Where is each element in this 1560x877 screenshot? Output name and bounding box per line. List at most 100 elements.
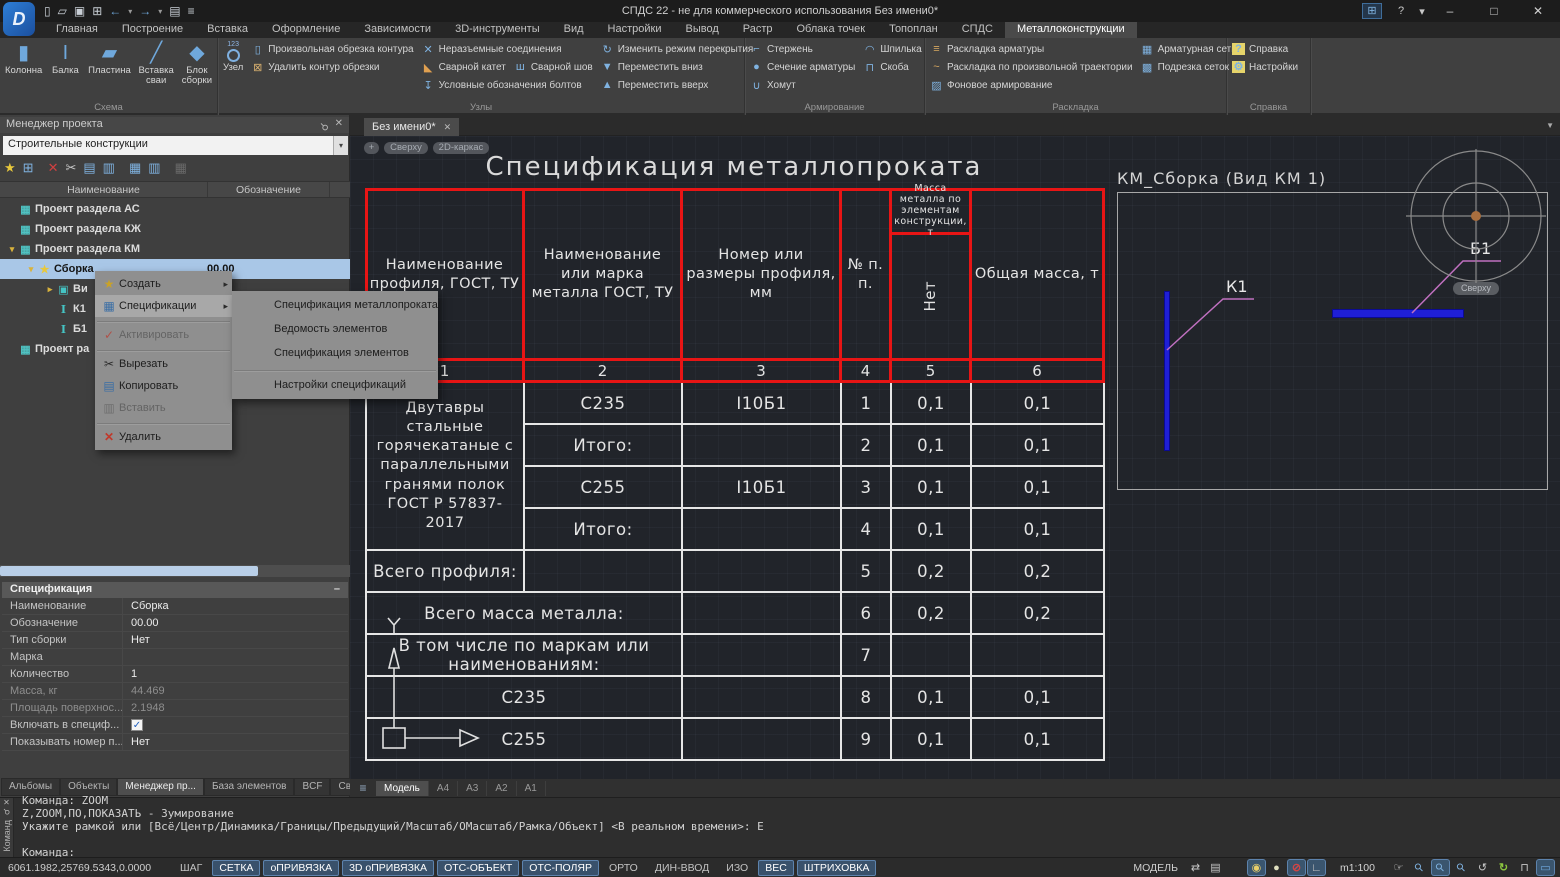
paste-icon[interactable]: ▥ (103, 160, 115, 176)
undo-icon[interactable]: ← (109, 4, 121, 18)
restore-button[interactable]: □ (1472, 0, 1516, 22)
property-value[interactable]: Сборка (123, 600, 169, 612)
uzel-button[interactable]: 123 Узел (223, 41, 243, 93)
context-menu-item[interactable]: ★ Создать ▸ (95, 273, 232, 295)
context-menu-item[interactable]: ✕ Удалить (95, 426, 232, 448)
ribbon-small-button[interactable]: ⊠ Удалить контур обрезки (251, 59, 413, 75)
ribbon-tab[interactable]: СПДС (950, 22, 1005, 38)
submenu-item[interactable]: Спецификация элементов (232, 341, 438, 365)
ribbon-big-button[interactable]: ╱ Вставка сваи (138, 41, 173, 87)
zoom-window-icon[interactable]: ⚲ (1432, 860, 1449, 875)
property-row[interactable]: Показывать номер п... Нет (2, 734, 348, 751)
minimize-button[interactable]: – (1428, 0, 1472, 22)
chevron-down-icon[interactable]: ▾ (333, 136, 348, 155)
redo-icon[interactable]: → (139, 4, 151, 18)
context-menu-item[interactable] (97, 317, 230, 322)
ribbon-small-button[interactable]: ↧ Условные обозначения болтов (422, 77, 593, 93)
status-toggle[interactable]: ДИН-ВВОД (648, 860, 716, 876)
dropdown-icon[interactable]: ▾ (128, 7, 132, 16)
save-all-icon[interactable]: ⊞ (92, 4, 102, 18)
property-row[interactable]: Включать в специф... ✓ (2, 717, 348, 734)
ribbon-tab[interactable]: Оформление (260, 22, 352, 38)
context-menu-item[interactable]: ✓ Активировать (95, 324, 232, 346)
dropdown-icon[interactable]: ▾ (158, 7, 162, 16)
status-toggle[interactable]: ИЗО (719, 860, 755, 876)
ribbon-tab[interactable]: Облака точек (785, 22, 878, 38)
ribbon-tab[interactable]: Построение (110, 22, 195, 38)
property-row[interactable]: Наименование Сборка (2, 598, 348, 615)
status-toggle[interactable]: 3D оПРИВЯЗКА (342, 860, 434, 876)
open-icon[interactable]: ▱ (58, 4, 67, 18)
ribbon-tab[interactable]: Металлоконструкции (1005, 22, 1137, 38)
dropdown-icon[interactable]: ▾ (1416, 5, 1428, 18)
collapse-icon[interactable]: – (334, 583, 340, 597)
tree-item[interactable]: ▦ Проект раздела КЖ (0, 219, 350, 239)
ribbon-tab[interactable]: Вид (552, 22, 596, 38)
tree-expand-caret[interactable]: ▾ (6, 244, 18, 255)
context-menu-item[interactable]: ▥ Вставить (95, 397, 232, 419)
scrollbar-thumb[interactable] (0, 566, 258, 576)
ribbon-small-button[interactable]: ш Сварной шов (514, 59, 593, 75)
column-entity-k1[interactable] (1164, 291, 1170, 451)
ribbon-big-button[interactable]: ▰ Пластина (88, 41, 130, 87)
pan-icon[interactable]: ☞ (1390, 860, 1407, 875)
lock-icon[interactable]: ⊓ (1516, 860, 1533, 875)
ribbon-small-button[interactable]: ∪ Хомут (750, 77, 855, 93)
help-q-icon[interactable]: ? (1386, 5, 1416, 17)
status-toggle[interactable]: ОТС-ОБЪЕКТ (437, 860, 519, 876)
model-space-label[interactable]: МОДЕЛЬ (1133, 862, 1178, 874)
ribbon-small-button[interactable]: ▼ Переместить вниз (601, 59, 754, 75)
print-icon[interactable]: ▤ (169, 4, 180, 18)
property-value[interactable]: 2.1948 (123, 702, 165, 714)
horizontal-scrollbar[interactable] (0, 565, 350, 577)
ribbon-tab[interactable]: Зависимости (352, 22, 443, 38)
copy-icon[interactable]: ▤ (83, 160, 95, 176)
property-row[interactable]: Марка (2, 649, 348, 666)
regen-icon[interactable]: ↻ (1495, 860, 1512, 875)
layout-switch-icon[interactable]: ⇄ (1187, 860, 1204, 875)
ribbon-small-button[interactable]: ▨ Фоновое армирование (930, 77, 1133, 93)
context-menu-item[interactable] (97, 346, 230, 351)
zoom-icon[interactable]: ⚲ (1411, 860, 1428, 875)
ribbon-tab[interactable]: 3D-инструменты (443, 22, 552, 38)
context-menu-item[interactable] (97, 419, 230, 424)
ribbon-small-button[interactable]: ◠ Шпилька (863, 41, 921, 57)
ribbon-small-button[interactable]: ⊓ Скоба (863, 59, 921, 75)
ucs-icon[interactable]: ∟ (1308, 860, 1325, 875)
zoom-object-icon[interactable]: ⚲ (1453, 860, 1470, 875)
cut-icon[interactable]: ✂ (65, 160, 76, 176)
ribbon-big-button[interactable]: ▮ Колонна (5, 41, 42, 87)
ribbon-small-button[interactable]: ? Справка (1232, 41, 1298, 57)
cursor-bulb-icon[interactable]: ◉ (1248, 860, 1265, 875)
specification-table[interactable]: Наименование профиля, ГОСТ, ТУ Наименова… (365, 188, 1105, 761)
ribbon-small-button[interactable]: ● Сечение арматуры (750, 59, 855, 75)
status-toggle[interactable]: СЕТКА (212, 860, 260, 876)
submenu-item[interactable]: Настройки спецификаций (232, 373, 438, 397)
ribbon-small-button[interactable]: ≡ Раскладка арматуры (930, 41, 1133, 57)
column-header-name[interactable]: Наименование (0, 182, 208, 197)
hamburger-icon[interactable]: ≡ (350, 781, 376, 795)
submenu-item[interactable]: Спецификация металлопроката (232, 293, 438, 317)
tree-item[interactable]: ▾ ▦ Проект раздела КМ (0, 239, 350, 259)
new-sheet-icon[interactable]: ▤ (1207, 860, 1224, 875)
ribbon-tab[interactable]: Вставка (195, 22, 260, 38)
tree-expand-caret[interactable]: ▸ (44, 284, 56, 295)
save-icon[interactable]: ▣ (74, 4, 85, 18)
column-header-designation[interactable]: Обозначение (208, 182, 330, 197)
app-logo[interactable]: D (3, 2, 35, 36)
close-button[interactable]: ✕ (1516, 0, 1560, 22)
ribbon-small-button[interactable]: ▲ Переместить вверх (601, 77, 754, 93)
ribbon-small-button[interactable]: ~ Раскладка по произвольной траектории (930, 59, 1133, 75)
context-menu-item[interactable]: ✂ Вырезать (95, 353, 232, 375)
status-toggle[interactable]: ОРТО (602, 860, 645, 876)
tree-item[interactable]: ▦ Проект раздела АС (0, 199, 350, 219)
property-row[interactable]: Количество 1 (2, 666, 348, 683)
property-value[interactable]: ✓ (131, 719, 143, 731)
pin-icon[interactable]: ⚲ (315, 117, 330, 132)
property-value[interactable]: 1 (123, 668, 137, 680)
submenu-item[interactable] (234, 365, 436, 371)
ribbon-tab[interactable]: Растр (731, 22, 785, 38)
property-row[interactable]: Обозначение 00.00 (2, 615, 348, 632)
edit-table-icon[interactable]: ▦ (129, 160, 141, 176)
orbit-icon[interactable]: ↺ (1474, 860, 1491, 875)
